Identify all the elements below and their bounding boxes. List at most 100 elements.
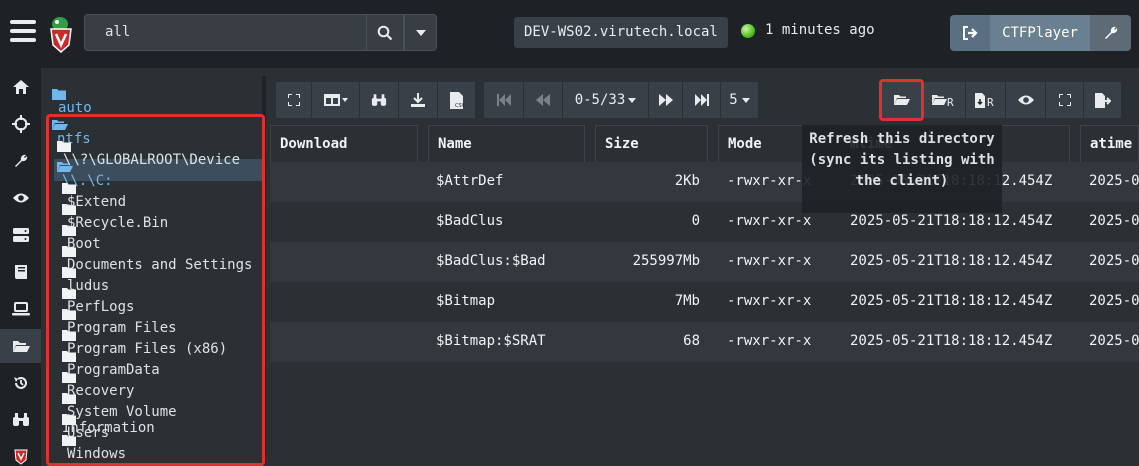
column-header-name[interactable]: Name: [428, 125, 585, 164]
online-status-indicator: [741, 24, 755, 38]
refresh-button-highlight: [879, 79, 924, 121]
file-export-icon: [1094, 92, 1111, 108]
laptop-icon[interactable]: [0, 292, 41, 326]
column-header-download[interactable]: Download: [270, 125, 418, 164]
cell-name: $BadClus: [436, 213, 504, 229]
recursive-refresh-button[interactable]: R: [922, 82, 966, 118]
book-icon[interactable]: [0, 255, 41, 289]
next-page-button[interactable]: [649, 82, 683, 118]
cell-size: 0: [691, 213, 700, 229]
backward-icon: [536, 94, 550, 106]
page-size-dropdown[interactable]: 5: [721, 82, 759, 118]
cell-mode: -rwxr-xr-x: [727, 333, 812, 349]
table-row[interactable]: $Bitmap 7Mb -rwxr-xr-x 2025-05-21T18:18:12.…: [270, 282, 1139, 322]
wrench-icon: [1104, 26, 1117, 39]
cell-mtime: 2025-05-21T18:18:12.454Z: [850, 253, 1053, 269]
sign-out-icon: [963, 26, 978, 40]
cell-mode: -rwxr-xr-x: [727, 293, 812, 309]
folder-open-icon[interactable]: [0, 329, 41, 363]
tree-node-auto[interactable]: auto: [52, 88, 92, 116]
caret-down-icon: [628, 97, 637, 103]
server-icon[interactable]: [0, 218, 41, 252]
svg-text:CSV: CSV: [455, 103, 464, 109]
cell-mtime: 2025-05-21T18:18:12.454Z: [850, 293, 1053, 309]
expand-icon: [287, 94, 300, 106]
previous-page-button[interactable]: [524, 82, 563, 118]
binoculars-icon: [371, 93, 387, 106]
cell-atime: 2025-0: [1089, 173, 1139, 189]
fullscreen-button[interactable]: [276, 82, 312, 118]
download-icon: [411, 93, 425, 107]
first-page-button[interactable]: [484, 82, 524, 118]
cell-atime: 2025-0: [1089, 333, 1139, 349]
eye-icon: [1017, 95, 1034, 105]
cell-mode: -rwxr-xr-x: [727, 213, 812, 229]
step-backward-icon: [496, 94, 511, 106]
folder-recursive-icon: R: [931, 95, 954, 107]
table-row[interactable]: $AttrDef2Kb-rwxr-xr-x2025-05-21T18:18:12…: [270, 162, 1139, 202]
refresh-tooltip: Refresh this directory (sync its listing…: [802, 125, 1002, 213]
last-seen-label: 1 minutes ago: [765, 22, 875, 38]
cell-name: $BadClus:$Bad: [436, 253, 546, 269]
history-icon[interactable]: [0, 366, 41, 400]
table-row[interactable]: $Bitmap:$SRAT 68 -rwxr-xr-x 2025-05-21T18:1…: [270, 322, 1139, 362]
view-button[interactable]: [1006, 82, 1046, 118]
table-row[interactable]: $BadClus:$Bad 255997Mb -rwxr-xr-x 2025-05-2…: [270, 242, 1139, 282]
tree-highlight-box: [46, 114, 265, 466]
columns-button[interactable]: [312, 82, 360, 118]
sidebar: [0, 68, 41, 466]
expand-icon: [1058, 94, 1071, 106]
cell-name: $Bitmap:$SRAT: [436, 333, 546, 349]
home-icon[interactable]: [0, 70, 41, 104]
hostname-label: DEV-WS02.virutech.local: [514, 17, 728, 48]
folder-icon: [52, 89, 66, 100]
expand-button[interactable]: [1046, 82, 1084, 118]
cell-atime: 2025-0: [1089, 213, 1139, 229]
column-header-atime[interactable]: atime: [1080, 125, 1139, 164]
download-recursive-button[interactable]: R: [966, 82, 1006, 118]
hamburger-menu-icon[interactable]: [10, 20, 36, 46]
cell-atime: 2025-0: [1089, 253, 1139, 269]
step-forward-icon: [694, 94, 709, 106]
column-header-size[interactable]: Size: [595, 125, 708, 164]
cell-mtime: 2025-05-21T18:18:12.454Z: [850, 333, 1053, 349]
page-range-dropdown[interactable]: 0-5/33: [563, 82, 649, 118]
search-files-button[interactable]: [360, 82, 399, 118]
table-row[interactable]: $BadClus 0 -rwxr-xr-x 2025-05-21T18:18:12.4…: [270, 202, 1139, 242]
logout-button[interactable]: [950, 15, 990, 51]
file-csv-icon: CSV: [449, 91, 464, 109]
search-dropdown-button[interactable]: [404, 14, 437, 51]
cell-mtime: 2025-05-21T18:18:12.454Z: [850, 213, 1053, 229]
search-button[interactable]: [366, 14, 404, 51]
user-button[interactable]: CTFPlayer: [990, 15, 1090, 51]
binoculars-icon[interactable]: [0, 403, 41, 437]
cell-name: $AttrDef: [436, 173, 504, 189]
file-toolbar: CSV: [276, 82, 476, 118]
cell-name: $Bitmap: [436, 293, 496, 309]
cell-size: 2Kb: [674, 173, 700, 189]
svg-text:R: R: [947, 96, 954, 107]
export-button[interactable]: [1084, 82, 1122, 118]
settings-button[interactable]: [1090, 15, 1131, 51]
columns-icon: [323, 94, 348, 106]
export-csv-button[interactable]: CSV: [438, 82, 476, 118]
search-input[interactable]: all: [84, 14, 366, 51]
cell-size: 255997Mb: [632, 253, 700, 269]
pager-toolbar: 0-5/33 5: [484, 82, 759, 118]
cell-mode: -rwxr-xr-x: [727, 173, 812, 189]
download-button[interactable]: [399, 82, 438, 118]
eye-icon[interactable]: [0, 181, 41, 215]
file-download-icon: R: [974, 92, 994, 108]
caret-down-icon: [741, 97, 750, 103]
svg-text:R: R: [987, 96, 994, 108]
last-page-button[interactable]: [683, 82, 721, 118]
cell-mode: -rwxr-xr-x: [727, 253, 812, 269]
forward-icon: [658, 94, 673, 106]
crosshair-icon[interactable]: [0, 107, 41, 141]
wrench-icon[interactable]: [0, 144, 41, 178]
logo-icon[interactable]: [47, 15, 75, 53]
cell-size: 7Mb: [674, 293, 700, 309]
search-icon: [377, 25, 393, 40]
shield-logo-icon[interactable]: [0, 440, 41, 466]
caret-down-icon: [415, 29, 426, 36]
